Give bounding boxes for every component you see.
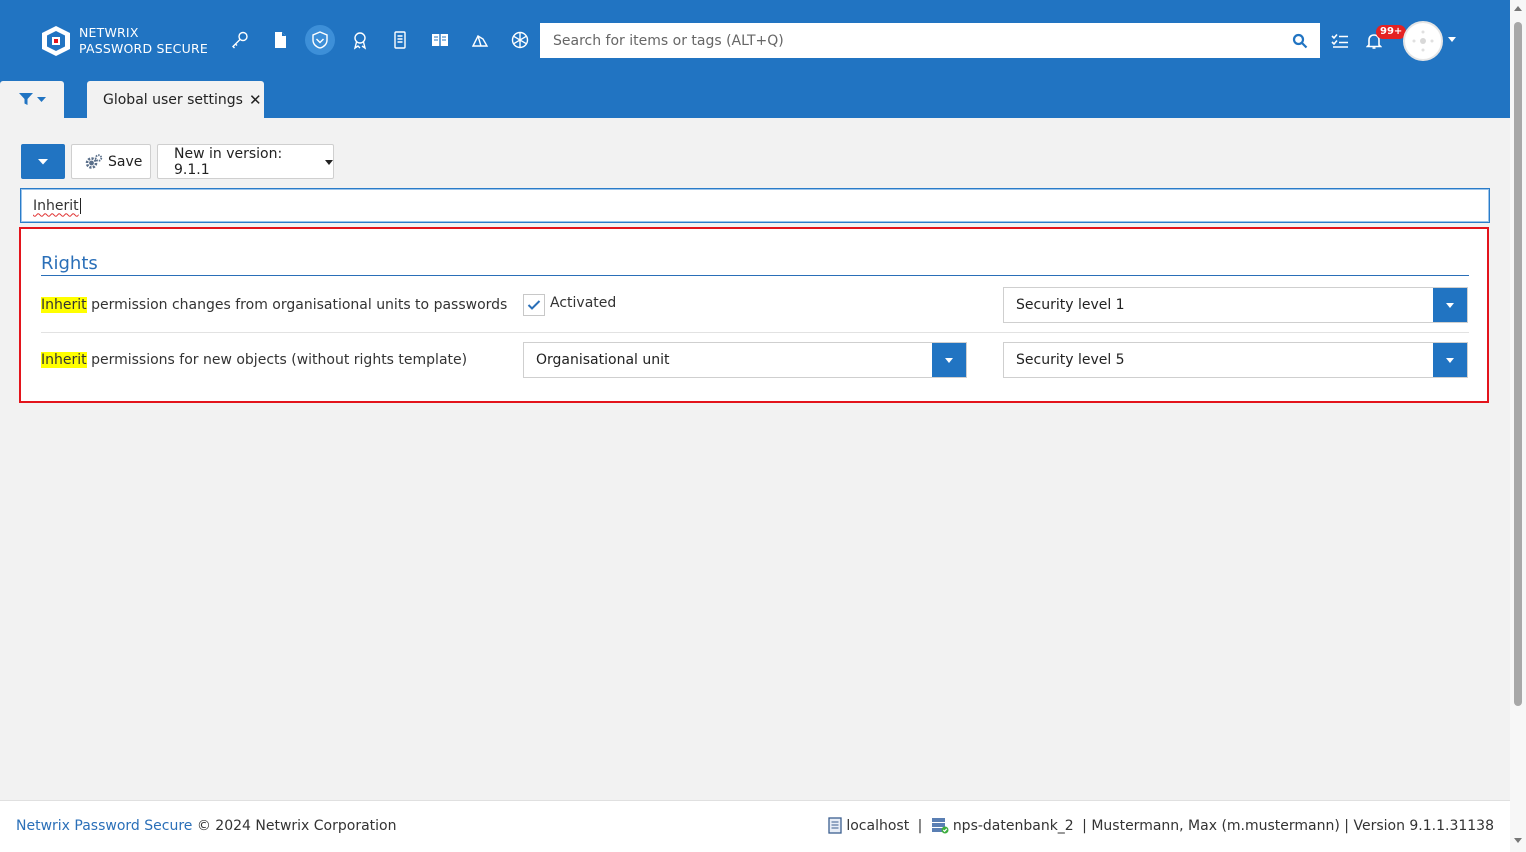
filter-toggle-button[interactable]	[0, 81, 64, 118]
top-bar: NETWRIX PASSWORD SECURE 99+	[0, 0, 1510, 118]
chevron-down-icon	[38, 158, 48, 164]
save-label: Save	[108, 153, 143, 170]
separator: |	[913, 817, 927, 834]
caret-down-icon	[945, 357, 953, 363]
setting-label-text: permissions for new objects (without rig…	[86, 352, 468, 368]
caret-down-icon	[325, 159, 333, 165]
netwrix-logo-icon	[42, 26, 70, 56]
footer: Netwrix Password Secure © 2024 Netwrix C…	[0, 800, 1510, 852]
book-icon[interactable]	[425, 25, 455, 55]
tab-global-user-settings[interactable]: Global user settings ✕	[87, 81, 264, 118]
certificate-icon[interactable]	[345, 25, 375, 55]
user-menu-caret-icon[interactable]	[1448, 37, 1456, 42]
settings-filter-input[interactable]: Inherit	[20, 188, 1490, 223]
gears-icon	[85, 153, 103, 169]
snowflake-icon[interactable]	[505, 25, 535, 55]
setting-label-inherit-permission-changes: Inherit permission changes from organisa…	[41, 297, 507, 313]
footer-brand-link[interactable]: Netwrix Password Secure	[16, 818, 192, 834]
section-divider	[41, 275, 1469, 276]
activated-checkbox[interactable]	[523, 294, 545, 316]
save-button[interactable]: Save	[71, 144, 151, 179]
key-icon[interactable]	[225, 25, 255, 55]
search-highlight: Inherit	[41, 297, 87, 313]
filter-value: Inherit	[33, 197, 79, 214]
cloud-icon[interactable]	[465, 25, 495, 55]
search-highlight: Inherit	[41, 352, 87, 368]
security-level-select-2[interactable]: Security level 5	[1003, 342, 1468, 378]
scroll-up-arrow-icon[interactable]	[1514, 6, 1522, 11]
search-input[interactable]	[540, 23, 1280, 58]
security-level-select-1[interactable]: Security level 1	[1003, 287, 1468, 323]
document-icon[interactable]	[265, 25, 295, 55]
rights-panel: Rights Inherit permission changes from o…	[19, 227, 1489, 403]
setting-label-text: permission changes from organisational u…	[86, 297, 508, 313]
inherit-source-select[interactable]: Organisational unit	[523, 342, 967, 378]
avatar-icon	[1412, 30, 1434, 52]
shield-icon[interactable]	[305, 25, 335, 55]
brand-name: NETWRIX PASSWORD SECURE	[79, 25, 208, 57]
select-toggle[interactable]	[1433, 288, 1467, 322]
select-toggle[interactable]	[932, 343, 966, 377]
scrollbar-thumb[interactable]	[1514, 22, 1522, 706]
task-list-icon[interactable]	[1329, 30, 1351, 52]
new-in-version-label: New in version: 9.1.1	[174, 145, 283, 178]
database-icon	[931, 818, 949, 834]
checkbox-label: Activated	[550, 295, 617, 311]
tab-label: Global user settings	[103, 91, 243, 108]
section-title: Rights	[41, 253, 98, 274]
server-icon	[828, 817, 842, 834]
actions-dropdown-button[interactable]	[21, 144, 65, 179]
brand-line-1: NETWRIX	[79, 25, 139, 40]
brand-line-2: PASSWORD SECURE	[79, 41, 208, 56]
caret-down-icon	[1446, 357, 1454, 363]
scroll-down-arrow-icon[interactable]	[1514, 838, 1522, 843]
server-name: localhost	[846, 817, 910, 834]
user-version-info: | Mustermann, Max (m.mustermann) | Versi…	[1077, 817, 1494, 834]
copyright-text: © 2024 Netwrix Corporation	[192, 818, 397, 834]
select-value: Security level 1	[1016, 297, 1125, 313]
select-value: Organisational unit	[536, 352, 670, 368]
setting-label-inherit-permissions-new-objects: Inherit permissions for new objects (wit…	[41, 352, 467, 368]
row-divider	[41, 332, 1469, 333]
app-logo[interactable]: NETWRIX PASSWORD SECURE	[40, 25, 208, 57]
search-icon[interactable]	[1280, 33, 1320, 49]
chevron-down-icon	[36, 96, 46, 102]
filter-icon	[18, 93, 33, 105]
caret-down-icon	[1446, 302, 1454, 308]
database-name: nps-datenbank_2	[952, 817, 1074, 834]
server-icon[interactable]	[385, 25, 415, 55]
footer-status: localhost | nps-datenbank_2 | Mustermann…	[828, 817, 1494, 834]
new-in-version-dropdown[interactable]: New in version: 9.1.1	[157, 144, 334, 179]
select-value: Security level 5	[1016, 352, 1125, 368]
footer-copyright: Netwrix Password Secure © 2024 Netwrix C…	[16, 818, 396, 834]
global-search	[540, 23, 1320, 58]
close-icon[interactable]: ✕	[249, 91, 262, 109]
avatar[interactable]	[1403, 21, 1443, 61]
checkmark-icon	[527, 300, 541, 310]
page-scrollbar[interactable]	[1510, 0, 1526, 852]
select-toggle[interactable]	[1433, 343, 1467, 377]
text-cursor	[79, 197, 81, 214]
notification-badge: 99+	[1376, 25, 1407, 39]
